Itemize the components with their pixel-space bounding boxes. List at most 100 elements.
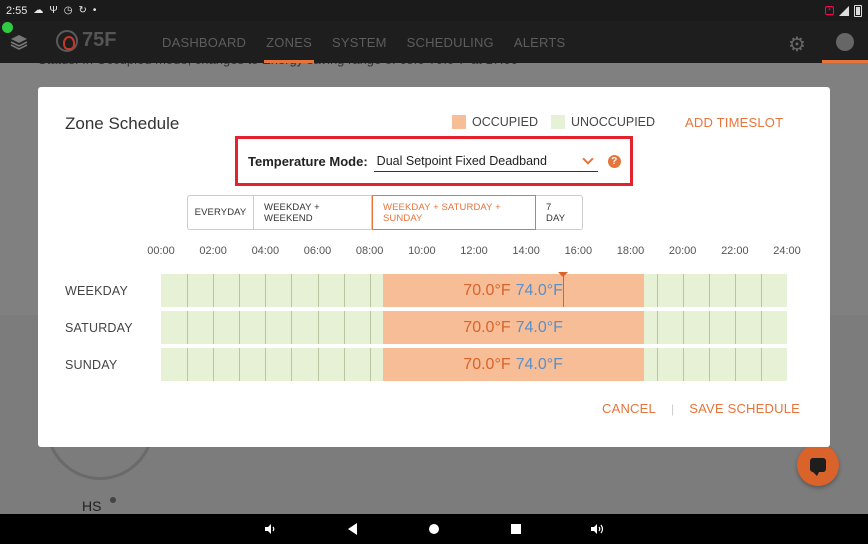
- schedule-row-sunday[interactable]: 70.0°F 74.0°F: [161, 348, 787, 381]
- nav-tab-zones[interactable]: ZONES: [256, 21, 322, 63]
- nav-tab-dashboard[interactable]: DASHBOARD: [152, 21, 256, 63]
- hour-gridline: [187, 348, 189, 381]
- layers-icon[interactable]: [10, 33, 28, 51]
- recents-button[interactable]: [504, 514, 528, 544]
- hour-gridline: [343, 348, 345, 381]
- volume-down-icon[interactable]: [258, 514, 282, 544]
- hour-gridline: [656, 311, 658, 344]
- time-tick: 04:00: [251, 245, 280, 257]
- time-tick: 24:00: [773, 245, 801, 257]
- profile-button[interactable]: [822, 21, 868, 63]
- hour-gridline: [343, 311, 345, 344]
- home-icon: [429, 524, 439, 534]
- time-tick: 08:00: [355, 245, 384, 257]
- cloud-icon: ☁: [33, 4, 44, 16]
- time-tick: 12:00: [460, 245, 488, 257]
- main-nav-tabs: DASHBOARD ZONES SYSTEM SCHEDULING ALERTS: [152, 21, 575, 63]
- temperature-mode-dropdown[interactable]: Dual Setpoint Fixed Deadband: [373, 150, 598, 172]
- time-tick: 22:00: [721, 245, 749, 257]
- hour-gridline: [187, 274, 189, 307]
- nav-tab-alerts[interactable]: ALERTS: [504, 21, 576, 63]
- schedule-row-saturday[interactable]: 70.0°F 74.0°F: [161, 311, 787, 344]
- unoccupied-swatch: [551, 115, 565, 129]
- occupied-timeslot[interactable]: 70.0°F 74.0°F: [382, 348, 644, 381]
- hour-gridline: [291, 311, 293, 344]
- add-timeslot-button[interactable]: ADD TIMESLOT: [685, 115, 783, 130]
- chat-icon: [810, 458, 826, 476]
- dot-icon: •: [92, 4, 97, 16]
- home-button[interactable]: [422, 514, 446, 544]
- nav-tab-scheduling[interactable]: SCHEDULING: [397, 21, 504, 63]
- hour-gridline: [682, 348, 684, 381]
- chat-button[interactable]: [797, 444, 839, 486]
- day-label-sunday: SUNDAY: [65, 358, 118, 372]
- hour-gridline: [213, 348, 215, 381]
- back-button[interactable]: [340, 514, 364, 544]
- temperature-mode-highlight: Temperature Mode: Dual Setpoint Fixed De…: [235, 136, 633, 186]
- legend-unoccupied: UNOCCUPIED: [551, 115, 655, 129]
- volume-up-icon[interactable]: [585, 514, 609, 544]
- hour-gridline: [708, 348, 710, 381]
- hour-gridline: [760, 348, 762, 381]
- hour-gridline: [369, 274, 371, 307]
- hour-gridline: [291, 348, 293, 381]
- schedule-row-weekday[interactable]: 70.0°F 74.0°F: [161, 274, 787, 307]
- help-icon[interactable]: ?: [607, 154, 621, 168]
- temperature-mode-value: Dual Setpoint Fixed Deadband: [376, 153, 547, 168]
- hour-gridline: [317, 274, 319, 307]
- usb-icon: Ψ: [49, 4, 58, 16]
- hour-gridline: [656, 274, 658, 307]
- android-nav-bar: [0, 514, 868, 544]
- day-label-saturday: SATURDAY: [65, 321, 133, 335]
- current-time-arrow-icon: [557, 272, 568, 277]
- gear-icon[interactable]: ⚙: [788, 32, 806, 57]
- heating-setpoint: 74.0°F: [515, 281, 563, 299]
- save-schedule-button[interactable]: SAVE SCHEDULE: [689, 401, 800, 416]
- hour-gridline: [734, 274, 736, 307]
- time-tick: 02:00: [199, 245, 227, 257]
- hour-gridline: [656, 348, 658, 381]
- hour-gridline: [734, 348, 736, 381]
- occupied-timeslot[interactable]: 70.0°F 74.0°F: [382, 311, 644, 344]
- nav-tab-system[interactable]: SYSTEM: [322, 21, 397, 63]
- back-icon: [347, 523, 357, 535]
- segment-7-day[interactable]: 7 DAY: [536, 196, 582, 229]
- time-axis: 00:00 02:00 04:00 06:00 08:00 10:00 12:00 14:00…: [147, 245, 801, 259]
- hour-gridline: [682, 311, 684, 344]
- signal-icon: [839, 5, 849, 16]
- hour-gridline: [317, 311, 319, 344]
- segment-everyday[interactable]: EVERYDAY: [188, 196, 254, 229]
- clock-icon: ◷: [63, 4, 73, 16]
- hour-gridline: [265, 311, 267, 344]
- cooling-setpoint: 70.0°F: [463, 355, 511, 373]
- action-separator: |: [670, 401, 675, 416]
- hour-gridline: [369, 311, 371, 344]
- hour-gridline: [239, 348, 241, 381]
- hour-gridline: [369, 348, 371, 381]
- dialog-actions: CANCEL | SAVE SCHEDULE: [602, 401, 800, 416]
- hour-gridline: [734, 311, 736, 344]
- time-tick: 00:00: [147, 245, 175, 257]
- time-tick: 06:00: [303, 245, 332, 257]
- cooling-setpoint: 70.0°F: [463, 318, 511, 336]
- cancel-button[interactable]: CANCEL: [602, 401, 656, 416]
- legend-occupied: OCCUPIED: [452, 115, 538, 129]
- cooling-setpoint: 70.0°F: [463, 281, 511, 299]
- heating-setpoint: 74.0°F: [515, 318, 563, 336]
- temperature-mode-label: Temperature Mode:: [248, 153, 368, 169]
- occupied-timeslot[interactable]: 70.0°F 74.0°F: [382, 274, 644, 307]
- hour-gridline: [239, 274, 241, 307]
- time-tick: 16:00: [564, 245, 593, 257]
- time-tick: 18:00: [616, 245, 645, 257]
- status-time: 2:55: [6, 4, 28, 17]
- sync-icon: ↻: [78, 4, 87, 16]
- time-tick: 20:00: [668, 245, 697, 257]
- heating-setpoint: 74.0°F: [515, 355, 563, 373]
- dialog-title: Zone Schedule: [65, 114, 180, 133]
- segment-weekday-saturday-sunday[interactable]: WEEKDAY + SATURDAY + SUNDAY: [372, 195, 536, 230]
- flame-logo-icon: [56, 29, 78, 52]
- connection-status-dot: [2, 22, 13, 33]
- hour-gridline: [213, 274, 215, 307]
- app-logo: 75F: [56, 29, 116, 52]
- segment-weekday-weekend[interactable]: WEEKDAY + WEEKEND: [254, 196, 372, 229]
